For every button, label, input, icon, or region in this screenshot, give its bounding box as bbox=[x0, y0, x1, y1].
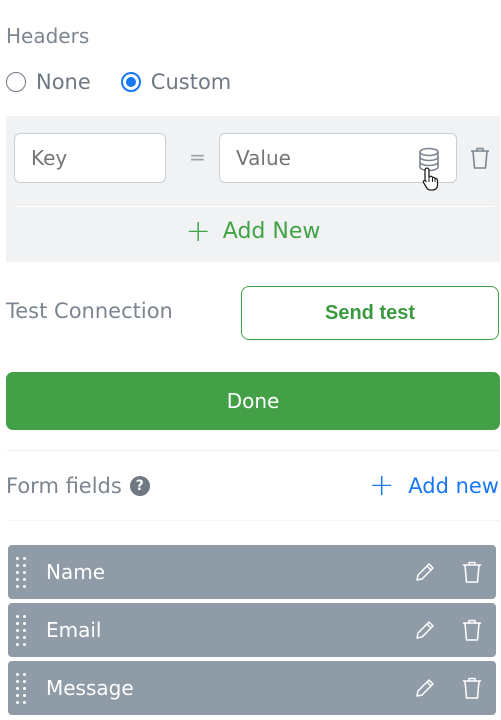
help-icon[interactable]: ? bbox=[129, 476, 150, 496]
headers-label: Headers bbox=[6, 24, 90, 48]
add-new-header-button[interactable]: + Add New bbox=[6, 213, 500, 249]
radio-custom-indicator[interactable] bbox=[120, 72, 141, 92]
pencil-icon[interactable] bbox=[414, 561, 436, 583]
plus-icon: + bbox=[369, 468, 395, 503]
panel-divider bbox=[14, 206, 494, 207]
add-new-field-button[interactable]: + Add new bbox=[369, 468, 499, 503]
drag-handle-icon[interactable] bbox=[16, 666, 32, 710]
trash-icon[interactable] bbox=[462, 618, 482, 642]
test-connection-label: Test Connection bbox=[6, 299, 173, 323]
add-new-header-label: Add New bbox=[222, 219, 321, 244]
radio-custom[interactable]: Custom bbox=[120, 70, 232, 94]
form-field-row-email[interactable]: Email bbox=[8, 603, 496, 657]
done-button[interactable]: Done bbox=[6, 372, 500, 430]
drag-handle-icon[interactable] bbox=[16, 550, 32, 594]
pencil-icon[interactable] bbox=[414, 619, 436, 641]
form-fields-heading: Form fields ? bbox=[6, 474, 150, 498]
custom-headers-panel: = + Add New bbox=[6, 116, 500, 262]
form-fields-label: Form fields bbox=[6, 474, 122, 498]
equals-sign: = bbox=[189, 145, 206, 169]
form-field-row-message[interactable]: Message bbox=[8, 661, 496, 715]
field-label: Message bbox=[46, 676, 134, 700]
plus-icon: + bbox=[185, 213, 211, 249]
pointer-cursor-icon bbox=[421, 166, 443, 196]
field-actions bbox=[414, 560, 482, 584]
trash-icon[interactable] bbox=[462, 676, 482, 700]
fields-divider bbox=[6, 520, 500, 521]
form-field-row-name[interactable]: Name bbox=[8, 545, 496, 599]
field-actions bbox=[414, 676, 482, 700]
send-test-button[interactable]: Send test bbox=[241, 286, 499, 340]
section-divider bbox=[6, 450, 500, 451]
radio-none-indicator[interactable] bbox=[6, 72, 26, 92]
headers-radio-group: None Custom bbox=[6, 70, 231, 94]
add-new-field-label: Add new bbox=[408, 474, 499, 498]
trash-icon[interactable] bbox=[462, 560, 482, 584]
pencil-icon[interactable] bbox=[414, 677, 436, 699]
radio-none-label: None bbox=[36, 70, 91, 94]
header-key-input[interactable] bbox=[14, 133, 166, 183]
field-label: Email bbox=[46, 618, 102, 642]
field-actions bbox=[414, 618, 482, 642]
radio-custom-label: Custom bbox=[150, 70, 232, 94]
trash-icon[interactable] bbox=[470, 146, 490, 174]
field-label: Name bbox=[46, 560, 106, 584]
drag-handle-icon[interactable] bbox=[16, 608, 32, 652]
radio-none[interactable]: None bbox=[6, 70, 91, 94]
